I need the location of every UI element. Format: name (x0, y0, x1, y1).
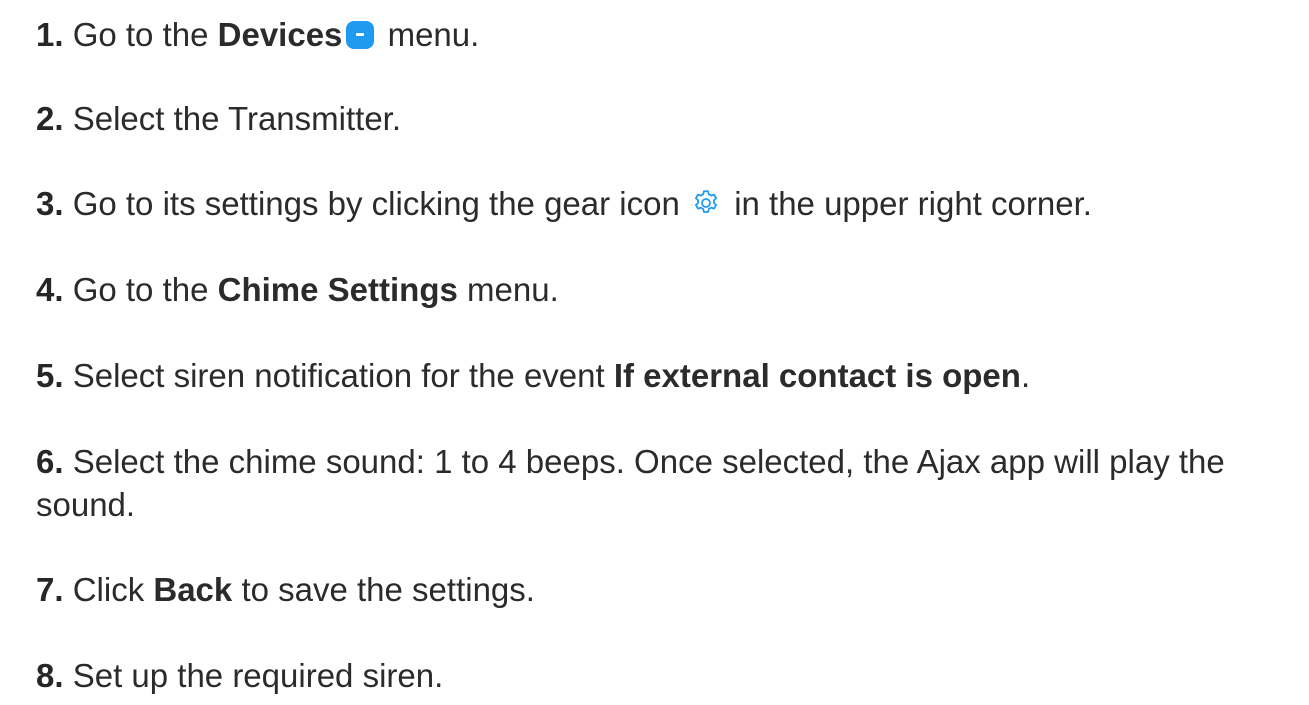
event-name: If external contact is open (613, 357, 1021, 394)
step-number: 4. (36, 271, 64, 308)
step-text-after: . (1020, 357, 1031, 394)
back-button-name: Back (153, 571, 233, 608)
step-text: Go to its settings by clicking the gear … (72, 185, 680, 222)
step-text: Go to the (72, 271, 209, 308)
step-number: 5. (36, 357, 64, 394)
step-3: 3. Go to its settings by clicking the ge… (36, 182, 1092, 225)
step-text-after: menu. (467, 271, 559, 308)
chime-settings-menu-name: Chime Settings (217, 271, 458, 308)
step-text-after: in the upper right corner. (734, 185, 1092, 222)
step-1: 1. Go to the Devices menu. (36, 13, 479, 56)
step-number: 1. (36, 16, 64, 53)
step-8: 8. Set up the required siren. (36, 654, 443, 697)
step-4: 4. Go to the Chime Settings menu. (36, 268, 559, 311)
step-text: Go to the (72, 16, 209, 53)
step-2: 2. Select the Transmitter. (36, 97, 401, 140)
step-5: 5. Select siren notification for the eve… (36, 354, 1030, 397)
step-text-after: to save the settings. (241, 571, 535, 608)
step-number: 2. (36, 100, 64, 137)
step-text: Set up the required siren. (72, 657, 444, 694)
gear-icon (695, 190, 718, 213)
step-text: Select the chime sound: 1 to 4 beeps. On… (36, 443, 1225, 523)
step-7: 7. Click Back to save the settings. (36, 568, 535, 611)
step-number: 8. (36, 657, 64, 694)
step-number: 6. (36, 443, 64, 480)
devices-icon (346, 21, 375, 49)
step-6: 6. Select the chime sound: 1 to 4 beeps.… (36, 440, 1306, 526)
step-text-after: menu. (387, 16, 480, 53)
step-text: Select the Transmitter. (72, 100, 402, 137)
devices-menu-name: Devices (217, 16, 343, 53)
step-text: Click (72, 571, 145, 608)
step-number: 3. (36, 185, 64, 222)
step-number: 7. (36, 571, 64, 608)
step-text: Select siren notification for the event (72, 357, 605, 394)
